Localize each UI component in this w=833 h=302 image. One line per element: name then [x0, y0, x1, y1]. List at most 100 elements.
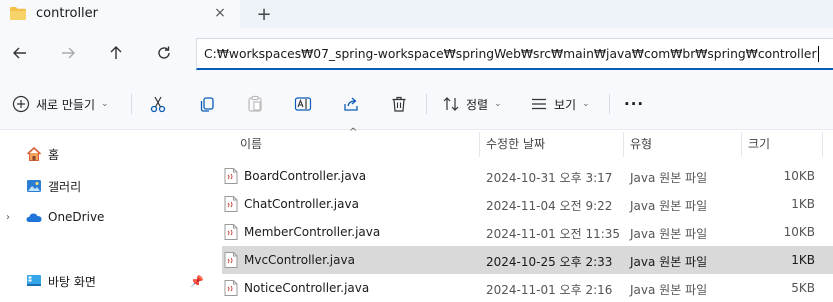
- view-button-label: 보기: [554, 97, 577, 112]
- sort-ascending-icon: ^: [349, 127, 358, 138]
- sidebar-item-desktop[interactable]: 바탕 화면 📌: [0, 269, 206, 293]
- text-caret: [817, 45, 819, 62]
- tab-controller[interactable]: controller ×: [0, 0, 240, 28]
- file-size: 1KB: [791, 197, 815, 211]
- file-row-selected[interactable]: MvcController.java 2024-10-25 오후 2:33 Ja…: [222, 246, 833, 274]
- sidebar-item-onedrive[interactable]: › OneDrive: [0, 205, 206, 229]
- desktop-icon: [27, 275, 41, 286]
- chevron-right-icon[interactable]: ›: [6, 212, 10, 223]
- column-header-name[interactable]: 이름: [240, 130, 262, 157]
- java-file-icon: [224, 280, 238, 296]
- java-file-icon: [224, 224, 238, 240]
- chevron-down-icon: ⌄: [101, 99, 109, 109]
- sidebar-item-label: 홈: [48, 147, 60, 162]
- onedrive-icon: [26, 213, 42, 222]
- file-type: Java 원본 파일: [630, 199, 708, 213]
- scissors-icon: [150, 96, 166, 113]
- content-area: 홈 갤러리 › OneDrive 바탕 화면 📌 ^ 이름 수정한 날짜 유형 …: [0, 127, 833, 302]
- folder-icon: [10, 7, 26, 20]
- file-modified: 2024-10-31 오후 3:17: [486, 171, 613, 185]
- forward-button[interactable]: [56, 41, 80, 65]
- file-row[interactable]: MemberController.java 2024-11-01 오전 11:3…: [222, 218, 833, 246]
- file-size: 10KB: [783, 225, 815, 239]
- up-button[interactable]: [104, 41, 128, 65]
- tab-bar: controller × +: [0, 0, 833, 28]
- file-row[interactable]: BoardController.java 2024-10-31 오후 3:17 …: [222, 162, 833, 190]
- chevron-down-icon: ⌄: [494, 99, 502, 109]
- close-tab-button[interactable]: ×: [210, 3, 230, 23]
- rename-icon: [294, 97, 312, 111]
- file-type: Java 원본 파일: [630, 255, 708, 269]
- rename-button[interactable]: [294, 91, 312, 117]
- command-bar: 새로 만들기 ⌄ 정렬 ⌄ 보기 ⌄ ···: [0, 78, 833, 130]
- sidebar-item-gallery[interactable]: 갤러리: [0, 174, 206, 198]
- more-options-button[interactable]: ···: [624, 91, 644, 117]
- file-name: MemberController.java: [244, 225, 381, 239]
- plus-circle-icon: [12, 95, 30, 113]
- sidebar-item-label: 바탕 화면: [48, 274, 96, 289]
- copy-button[interactable]: [198, 91, 216, 117]
- file-size: 1KB: [791, 253, 815, 267]
- arrow-up-icon: [110, 46, 122, 59]
- file-row[interactable]: ChatController.java 2024-11-04 오전 9:22 J…: [222, 190, 833, 218]
- refresh-button[interactable]: [152, 41, 176, 65]
- java-file-icon: [224, 252, 238, 268]
- back-button[interactable]: [8, 41, 32, 65]
- refresh-icon: [158, 46, 170, 59]
- file-name: ChatController.java: [244, 197, 359, 211]
- file-type: Java 원본 파일: [630, 171, 708, 185]
- file-type: Java 원본 파일: [630, 283, 708, 297]
- gallery-icon: [27, 180, 41, 192]
- file-size: 5KB: [791, 281, 815, 295]
- sidebar-item-label: 갤러리: [48, 179, 82, 194]
- file-row[interactable]: NoticeController.java 2024-11-01 오후 2:16…: [222, 274, 833, 302]
- column-divider[interactable]: [479, 132, 480, 157]
- address-bar[interactable]: C:₩workspaces₩07_spring-workspace₩spring…: [196, 38, 833, 70]
- column-headers: ^ 이름 수정한 날짜 유형 크기: [222, 127, 833, 157]
- file-modified: 2024-11-01 오전 11:35: [486, 227, 621, 241]
- file-name: BoardController.java: [244, 169, 367, 183]
- chevron-down-icon: ⌄: [582, 99, 590, 109]
- sort-button[interactable]: 정렬 ⌄: [442, 91, 502, 117]
- new-button-label: 새로 만들기: [36, 97, 96, 112]
- file-modified: 2024-11-04 오전 9:22: [486, 199, 613, 213]
- column-divider[interactable]: [822, 132, 823, 157]
- column-header-type[interactable]: 유형: [630, 130, 652, 157]
- list-view-icon: [532, 98, 546, 110]
- file-name: NoticeController.java: [244, 281, 370, 295]
- file-name: MvcController.java: [244, 253, 355, 267]
- divider: [609, 94, 610, 114]
- sidebar-item-home[interactable]: 홈: [0, 142, 206, 166]
- paste-icon: [248, 95, 262, 112]
- divider: [131, 94, 132, 114]
- address-path[interactable]: C:₩workspaces₩07_spring-workspace₩spring…: [204, 47, 817, 61]
- home-icon: [26, 146, 42, 161]
- view-button[interactable]: 보기 ⌄: [530, 91, 590, 117]
- cut-button[interactable]: [149, 91, 167, 117]
- file-type: Java 원본 파일: [630, 227, 708, 241]
- divider: [426, 94, 427, 114]
- column-divider[interactable]: [623, 132, 624, 157]
- sidebar-item-label: OneDrive: [48, 210, 105, 224]
- java-file-icon: [224, 168, 238, 184]
- trash-icon: [392, 96, 406, 112]
- new-button[interactable]: 새로 만들기 ⌄: [12, 91, 109, 117]
- new-tab-button[interactable]: +: [253, 3, 275, 25]
- file-modified: 2024-10-25 오후 2:33: [486, 255, 613, 269]
- delete-button[interactable]: [390, 91, 408, 117]
- paste-button[interactable]: [246, 91, 264, 117]
- column-header-size[interactable]: 크기: [748, 130, 770, 157]
- column-divider[interactable]: [741, 132, 742, 157]
- arrow-left-icon: [13, 47, 26, 59]
- pin-icon[interactable]: 📌: [190, 275, 204, 288]
- java-file-icon: [224, 196, 238, 212]
- arrow-right-icon: [62, 47, 75, 59]
- file-list: ^ 이름 수정한 날짜 유형 크기 BoardController.java 2…: [222, 127, 833, 302]
- navigation-pane: 홈 갤러리 › OneDrive 바탕 화면 📌: [0, 130, 206, 302]
- file-size: 10KB: [783, 169, 815, 183]
- column-header-modified[interactable]: 수정한 날짜: [486, 130, 545, 157]
- share-icon: [344, 97, 358, 111]
- navigation-bar: C:₩workspaces₩07_spring-workspace₩spring…: [0, 28, 833, 78]
- share-button[interactable]: [342, 91, 360, 117]
- file-modified: 2024-11-01 오후 2:16: [486, 283, 613, 297]
